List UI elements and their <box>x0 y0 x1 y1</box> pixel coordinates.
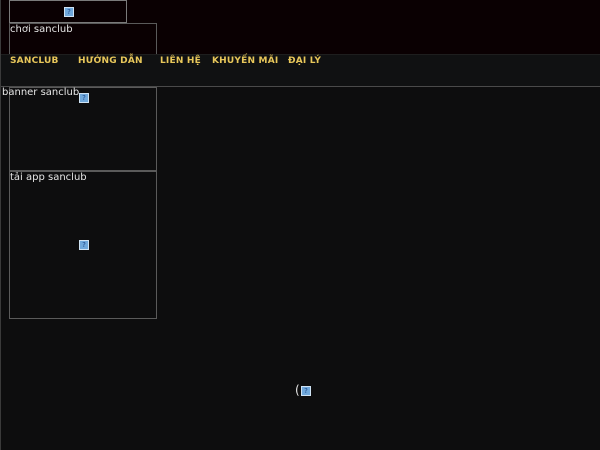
app-download-alt: tải app sanclub <box>10 172 87 183</box>
banner-image-alt: banner sanclub <box>2 87 80 98</box>
nav-item-khuyen-mai[interactable]: KHUYẾN MÃI <box>212 56 278 66</box>
nav-item-lien-he[interactable]: LIÊN HỆ <box>160 56 201 66</box>
app-download-image[interactable]: ? <box>9 171 157 319</box>
broken-image-icon: ? <box>79 240 89 250</box>
broken-image-icon: ? <box>301 386 311 396</box>
broken-image-icon: ? <box>64 7 74 17</box>
stray-text: ( <box>295 383 300 397</box>
nav-item-huong-dan[interactable]: HƯỚNG DẪN <box>78 56 143 66</box>
banner-image[interactable]: ? <box>9 87 157 171</box>
nav-item-sanclub[interactable]: SANCLUB <box>10 56 59 66</box>
nav-item-dai-ly[interactable]: ĐẠI LÝ <box>288 56 321 66</box>
broken-image-icon: ? <box>79 93 89 103</box>
play-image-alt: chơi sanclub <box>10 24 73 35</box>
page: ? chơi sanclub SANCLUB HƯỚNG DẪN LIÊN HỆ… <box>0 0 600 450</box>
logo-link[interactable]: ? <box>9 0 127 23</box>
